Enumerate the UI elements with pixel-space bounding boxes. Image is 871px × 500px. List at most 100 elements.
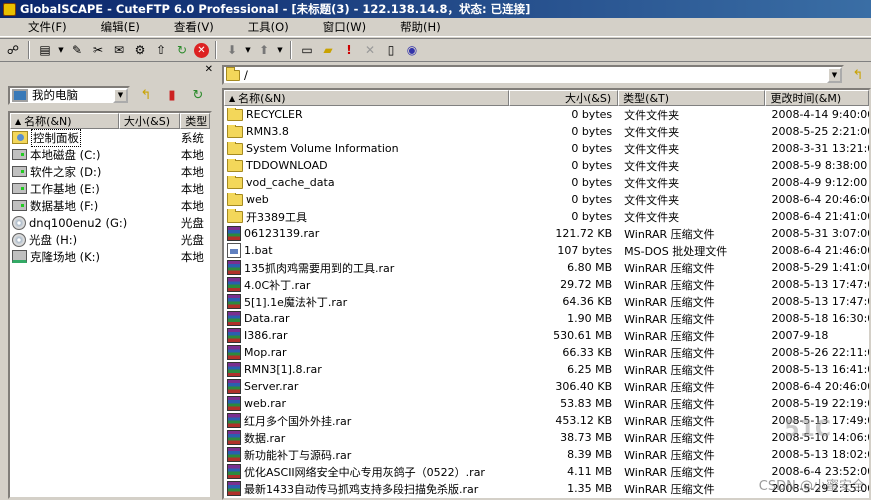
list-item[interactable]: 工作基地 (E:) 本地	[10, 180, 210, 197]
list-item[interactable]: 光盘 (H:) 光盘	[10, 231, 210, 248]
properties-icon[interactable]: ✉	[110, 41, 128, 59]
column-header-size[interactable]: 大小(&S)	[118, 113, 181, 129]
upload-arrow-icon[interactable]: ⬆	[255, 41, 273, 59]
rar-archive-icon	[227, 226, 241, 241]
refresh-icon[interactable]: ↻	[173, 41, 191, 59]
table-row[interactable]: System Volume Information 0 bytes 文件文件夹 200…	[224, 140, 869, 157]
table-row[interactable]: Data.rar 1.90 MB WinRAR 压缩文件 2008-5-18 16:3…	[224, 310, 869, 327]
toolbar-separator	[290, 41, 292, 59]
table-row[interactable]: TDDOWNLOAD 0 bytes 文件文件夹 2008-5-9 8:38:00	[224, 157, 869, 174]
upload-icon[interactable]: ⇧	[152, 41, 170, 59]
list-item-label: 控制面板	[31, 128, 81, 147]
list-item[interactable]: 软件之家 (D:) 本地	[10, 163, 210, 180]
table-row[interactable]: 红月多个国外外挂.rar 453.12 KB WinRAR 压缩文件 2008-5-1…	[224, 412, 869, 429]
list-item[interactable]: 克隆场地 (K:) 本地	[10, 248, 210, 265]
site-manager-icon[interactable]: ▤	[36, 41, 54, 59]
toolbar-separator	[28, 41, 30, 59]
menu-help[interactable]: 帮助(H)	[378, 19, 453, 35]
menu-view[interactable]: 查看(V)	[152, 19, 226, 35]
file-name: 5[1].1e魔法补丁.rar	[244, 295, 348, 309]
table-row[interactable]: 开3389工具 0 bytes 文件文件夹 2008-6-4 21:41:00	[224, 208, 869, 225]
column-header-modified[interactable]: 更改时间(&M)	[765, 90, 869, 106]
close-icon[interactable]: ✕	[205, 64, 213, 75]
file-size: 53.83 MB	[560, 397, 613, 410]
file-modified: 2008-5-13 18:02:00	[771, 448, 869, 461]
drive-icon	[12, 166, 27, 177]
table-row[interactable]: RMN3[1].8.rar 6.25 MB WinRAR 压缩文件 2008-5-13…	[224, 361, 869, 378]
chevron-down-icon[interactable]: ▼	[827, 67, 842, 83]
remote-path-select[interactable]: / ▼	[222, 65, 844, 85]
file-name-cell: 06123139.rar	[224, 226, 509, 241]
table-row[interactable]: Mop.rar 66.33 KB WinRAR 压缩文件 2008-5-26 22:1…	[224, 344, 869, 361]
file-size: 0 bytes	[571, 210, 613, 223]
local-list-header: ▲ 名称(&N) 大小(&S) 类型	[10, 113, 210, 129]
column-header-name[interactable]: ▲ 名称(&N)	[224, 90, 509, 106]
edit-icon[interactable]: ▭	[298, 41, 316, 59]
settings-icon[interactable]: ⚙	[131, 41, 149, 59]
column-header-size[interactable]: 大小(&S)	[508, 90, 619, 106]
dropdown-arrow-icon[interactable]: ▼	[276, 46, 284, 54]
table-row[interactable]: 数据.rar 38.73 MB WinRAR 压缩文件 2008-5-10 14:06…	[224, 429, 869, 446]
refresh-icon[interactable]: ↻	[188, 85, 208, 105]
batch-file-icon	[227, 243, 241, 258]
file-size: 6.80 MB	[567, 261, 613, 274]
up-folder-icon[interactable]: ↰	[848, 65, 868, 85]
file-type: 文件文件夹	[624, 142, 680, 156]
disconnect-icon[interactable]: ✂	[89, 41, 107, 59]
about-icon[interactable]: ◉	[403, 41, 421, 59]
new-folder-icon[interactable]: ▰	[319, 41, 337, 59]
file-name-cell: web.rar	[224, 396, 509, 411]
dropdown-arrow-icon[interactable]: ▼	[57, 46, 65, 54]
delete-icon[interactable]: ✕	[361, 41, 379, 59]
menu-tools[interactable]: 工具(O)	[226, 19, 301, 35]
file-type: 文件文件夹	[624, 125, 680, 139]
table-row[interactable]: vod_cache_data 0 bytes 文件文件夹 2008-4-9 9:12:…	[224, 174, 869, 191]
column-header-type[interactable]: 类型(&T)	[618, 90, 766, 106]
up-folder-icon[interactable]: ↰	[136, 85, 156, 105]
window-title: GlobalSCAPE - CuteFTP 6.0 Professional -…	[20, 2, 531, 16]
stop-icon[interactable]: ✕	[194, 42, 209, 58]
table-row[interactable]: web 0 bytes 文件文件夹 2008-6-4 20:46:00	[224, 191, 869, 208]
table-row[interactable]: RECYCLER 0 bytes 文件文件夹 2008-4-14 9:40:00	[224, 106, 869, 123]
table-row[interactable]: Server.rar 306.40 KB WinRAR 压缩文件 2008-6-4 2…	[224, 378, 869, 395]
list-item[interactable]: 控制面板 系统	[10, 128, 210, 147]
file-type: WinRAR 压缩文件	[624, 380, 715, 394]
table-row[interactable]: 06123139.rar 121.72 KB WinRAR 压缩文件 2008-5-3…	[224, 225, 869, 242]
file-name: 最新1433自动传马抓鸡支持多段扫描免杀版.rar	[244, 482, 479, 496]
chevron-down-icon[interactable]: ▼	[113, 87, 128, 103]
folder-icon	[227, 108, 243, 121]
local-location-select[interactable]: 我的电脑 ▼	[8, 85, 130, 105]
column-header-name[interactable]: ▲ 名称(&N)	[10, 113, 119, 129]
list-item-label: dnq100enu2 (G:)	[29, 215, 128, 230]
file-name: 新功能补丁与源码.rar	[244, 448, 352, 462]
file-modified: 2008-5-31 3:07:00	[771, 227, 869, 240]
file-name: RECYCLER	[246, 108, 303, 121]
table-row[interactable]: 1.bat 107 bytes MS-DOS 批处理文件 2008-6-4 21:46…	[224, 242, 869, 259]
connect-icon[interactable]: ☍	[4, 41, 22, 59]
file-type: WinRAR 压缩文件	[624, 227, 715, 241]
list-item[interactable]: dnq100enu2 (G:) 光盘	[10, 214, 210, 231]
menu-window[interactable]: 窗口(W)	[301, 19, 378, 35]
table-row[interactable]: 5[1].1e魔法补丁.rar 64.36 KB WinRAR 压缩文件 2008-5…	[224, 293, 869, 310]
file-name-cell: vod_cache_data	[224, 176, 509, 189]
table-row[interactable]: I386.rar 530.61 MB WinRAR 压缩文件 2007-9-18	[224, 327, 869, 344]
alert-icon[interactable]: !	[340, 41, 358, 59]
quick-connect-icon[interactable]: ✎	[68, 41, 86, 59]
menu-edit[interactable]: 编辑(E)	[79, 19, 152, 35]
table-row[interactable]: 新功能补丁与源码.rar 8.39 MB WinRAR 压缩文件 2008-5-13 …	[224, 446, 869, 463]
list-item[interactable]: 数据基地 (F:) 本地	[10, 197, 210, 214]
menu-file[interactable]: 文件(F)	[6, 19, 79, 35]
file-name: RMN3.8	[246, 125, 289, 138]
file-modified: 2008-4-9 9:12:00	[771, 176, 868, 189]
table-row[interactable]: 135抓肉鸡需要用到的工具.rar 6.80 MB WinRAR 压缩文件 2008-…	[224, 259, 869, 276]
table-row[interactable]: RMN3.8 0 bytes 文件文件夹 2008-5-25 2:21:00	[224, 123, 869, 140]
dropdown-arrow-icon[interactable]: ▼	[244, 46, 252, 54]
file-name-cell: 新功能补丁与源码.rar	[224, 447, 509, 463]
table-row[interactable]: web.rar 53.83 MB WinRAR 压缩文件 2008-5-19 22:1…	[224, 395, 869, 412]
table-row[interactable]: 4.0C补丁.rar 29.72 MB WinRAR 压缩文件 2008-5-13 1…	[224, 276, 869, 293]
download-icon[interactable]: ⬇	[223, 41, 241, 59]
column-header-type[interactable]: 类型	[180, 113, 210, 129]
bookmark-icon[interactable]: ▮	[162, 85, 182, 105]
document-icon[interactable]: ▯	[382, 41, 400, 59]
list-item[interactable]: 本地磁盘 (C:) 本地	[10, 146, 210, 163]
